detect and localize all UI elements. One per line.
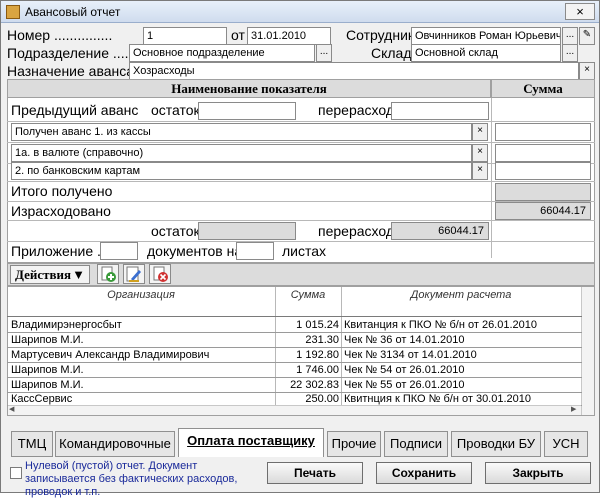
table-vertical-scrollbar[interactable] xyxy=(582,287,594,415)
toolbar xyxy=(7,263,595,286)
zero-report-label: Нулевой (пустой) отчет. Документ записыв… xyxy=(25,460,238,498)
bank-card-sum[interactable] xyxy=(495,162,591,180)
number-input[interactable]: 1 xyxy=(143,27,227,45)
cell-document: Чек № 55 от 26.01.2010 xyxy=(344,379,465,391)
cell-document: Квитнция к ПКО № б/н от 30.01.2010 xyxy=(344,393,532,405)
warehouse-label: Склад xyxy=(371,45,412,61)
prev-overspend-label: перерасход xyxy=(318,102,395,118)
currency-advance-sum[interactable] xyxy=(495,144,591,162)
cell-organization: Шарипов М.И. xyxy=(11,364,84,376)
close-button[interactable]: Закрыть xyxy=(485,462,591,484)
cash-advance-input[interactable]: Получен аванс 1. из кассы xyxy=(11,123,472,141)
prev-remainder-label: остаток xyxy=(151,102,200,118)
overspend-label: перерасход xyxy=(318,223,395,239)
cell-document: Чек № 36 от 14.01.2010 xyxy=(344,334,465,346)
col-name-header: Наименование показателя xyxy=(7,79,491,98)
sheets-count-input[interactable] xyxy=(236,242,274,260)
attachment-count-input[interactable] xyxy=(100,242,138,260)
prev-remainder-input[interactable] xyxy=(198,102,296,120)
save-button[interactable]: Сохранить xyxy=(376,462,472,484)
tab-usn[interactable]: УСН xyxy=(544,431,588,457)
warehouse-select-button[interactable]: ... xyxy=(562,44,578,62)
documents-on-label: документов на xyxy=(147,243,243,259)
prev-advance-label: Предыдущий аванс xyxy=(11,102,139,118)
tab-tmc[interactable]: ТМЦ xyxy=(11,431,53,457)
zero-report-checkbox[interactable] xyxy=(10,467,22,479)
remainder-value xyxy=(198,222,296,240)
date-label: от xyxy=(231,27,245,43)
division-label: Подразделение ...... xyxy=(7,45,137,61)
cell-sum: 1 746.00 xyxy=(296,364,339,376)
delete-doc-icon xyxy=(153,266,168,282)
print-button[interactable]: Печать xyxy=(267,462,363,484)
cell-document: Чек № 3134 от 14.01.2010 xyxy=(344,349,477,361)
add-doc-icon xyxy=(101,266,116,282)
purpose-input[interactable]: Хозрасходы xyxy=(129,62,579,80)
currency-advance-input[interactable]: 1а. в валюте (справочно) xyxy=(11,144,472,162)
number-label: Номер ............... xyxy=(7,27,113,43)
remainder-label: остаток xyxy=(151,223,200,239)
date-input[interactable]: 31.01.2010 xyxy=(247,27,331,45)
prev-overspend-input[interactable] xyxy=(391,102,489,120)
delete-row-button[interactable] xyxy=(149,264,171,284)
col-document: Документ расчета xyxy=(410,289,512,301)
window-close-button[interactable]: × xyxy=(565,3,595,20)
app-icon xyxy=(6,5,20,19)
cash-advance-sum[interactable] xyxy=(495,123,591,141)
edit-icon xyxy=(126,266,141,282)
division-input[interactable]: Основное подразделение xyxy=(129,44,315,62)
employee-open-icon[interactable]: ✎ xyxy=(579,27,595,45)
scroll-left-icon[interactable]: ◀ xyxy=(9,406,19,414)
cell-sum: 231.30 xyxy=(305,334,339,346)
cell-organization: КассСервис xyxy=(11,393,73,405)
window-title: Авансовый отчет xyxy=(25,5,121,19)
cell-sum: 250.00 xyxy=(305,393,339,405)
cell-sum: 1 015.24 xyxy=(296,319,339,331)
cell-document: Квитанция к ПКО № б/н от 26.01.2010 xyxy=(344,319,537,331)
purpose-clear-button[interactable]: × xyxy=(579,62,595,80)
actions-label: Действия xyxy=(15,267,72,282)
spent-sum: 66044.17 xyxy=(495,202,591,220)
bank-card-clear-button[interactable]: × xyxy=(472,162,488,180)
title-bar: Авансовый отчет × xyxy=(1,1,599,23)
warehouse-input[interactable]: Основной склад xyxy=(411,44,561,62)
sheets-label: листах xyxy=(282,243,327,259)
cell-organization: Владимирэнергосбыт xyxy=(11,319,122,331)
cell-organization: Шарипов М.И. xyxy=(11,379,84,391)
tab-signatures[interactable]: Подписи xyxy=(384,431,448,457)
division-select-button[interactable]: ... xyxy=(316,44,332,62)
employee-label: Сотрудник xyxy=(346,27,415,43)
spent-label: Израсходовано xyxy=(11,203,111,219)
bank-card-input[interactable]: 2. по банковским картам xyxy=(11,162,472,180)
employee-select-button[interactable]: ... xyxy=(562,27,578,45)
chevron-down-icon: ▼ xyxy=(72,267,85,282)
col-sum: Сумма xyxy=(290,289,326,301)
actions-dropdown[interactable]: Действия ▼ xyxy=(10,265,90,284)
col-organization: Организация xyxy=(107,289,175,301)
currency-advance-clear-button[interactable]: × xyxy=(472,144,488,162)
add-row-button[interactable] xyxy=(97,264,119,284)
purpose-label: Назначение аванса xyxy=(7,63,135,79)
tab-other[interactable]: Прочие xyxy=(327,431,381,457)
cell-sum: 1 192.80 xyxy=(296,349,339,361)
edit-row-button[interactable] xyxy=(123,264,145,284)
cash-advance-clear-button[interactable]: × xyxy=(472,123,488,141)
employee-input[interactable]: Овчинников Роман Юрьевич xyxy=(411,27,561,45)
tab-supplier-payment[interactable]: Оплата поставщику xyxy=(178,428,324,457)
table-horizontal-scrollbar[interactable] xyxy=(8,405,581,415)
cell-organization: Мартусевич Александр Владимирович xyxy=(11,349,210,361)
cell-sum: 22 302.83 xyxy=(290,379,339,391)
total-received-sum xyxy=(495,183,591,201)
attachment-label: Приложение ... xyxy=(11,243,109,259)
advance-report-window: Авансовый отчет × Номер ............... … xyxy=(0,0,600,498)
col-sum-header: Сумма xyxy=(491,79,595,98)
cell-document: Чек № 54 от 26.01.2010 xyxy=(344,364,465,376)
total-received-label: Итого получено xyxy=(11,183,113,199)
tab-postings[interactable]: Проводки БУ xyxy=(451,431,541,457)
cell-organization: Шарипов М.И. xyxy=(11,334,84,346)
scroll-right-icon[interactable]: ▶ xyxy=(571,406,581,414)
overspend-value: 66044.17 xyxy=(391,222,489,240)
tab-travel[interactable]: Командировочные xyxy=(55,431,175,457)
